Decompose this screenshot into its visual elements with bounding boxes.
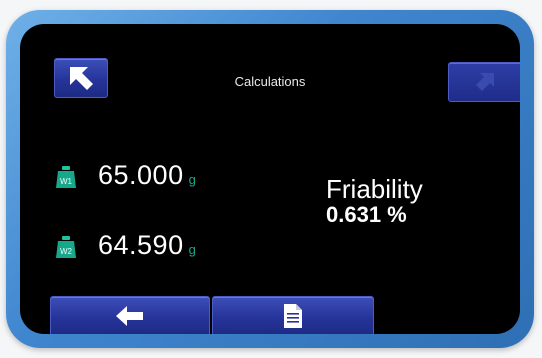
weight-row-w2: W2 64.590 g [56, 230, 196, 261]
forward-button[interactable] [448, 62, 520, 102]
weight-value-w2: 64.590 [98, 230, 184, 260]
document-icon [284, 304, 302, 328]
weight-icon: W1 [56, 165, 76, 188]
weight-value-w1: 65.000 [98, 160, 184, 190]
weight-icon-label: W1 [60, 177, 73, 186]
arrow-up-right-icon [476, 73, 494, 91]
device-frame: Calculations W1 65.000 g W2 64.590 g Fri… [6, 10, 534, 348]
back-button[interactable] [54, 58, 108, 98]
arrow-left-icon [116, 306, 143, 326]
bottom-toolbar [50, 296, 374, 334]
page-title: Calculations [234, 74, 306, 89]
weight-icon: W2 [56, 235, 76, 258]
report-button[interactable] [212, 296, 374, 334]
weight-icon-label: W2 [60, 247, 73, 256]
weight-row-w1: W1 65.000 g [56, 160, 196, 191]
weight-unit-w2: g [188, 242, 196, 257]
friability-label: Friability [326, 174, 423, 204]
previous-button[interactable] [50, 296, 210, 334]
arrow-up-left-icon [70, 67, 93, 90]
friability-value: 0.631 % [326, 202, 407, 227]
screen: Calculations W1 65.000 g W2 64.590 g Fri… [20, 24, 520, 334]
weight-unit-w1: g [188, 172, 196, 187]
